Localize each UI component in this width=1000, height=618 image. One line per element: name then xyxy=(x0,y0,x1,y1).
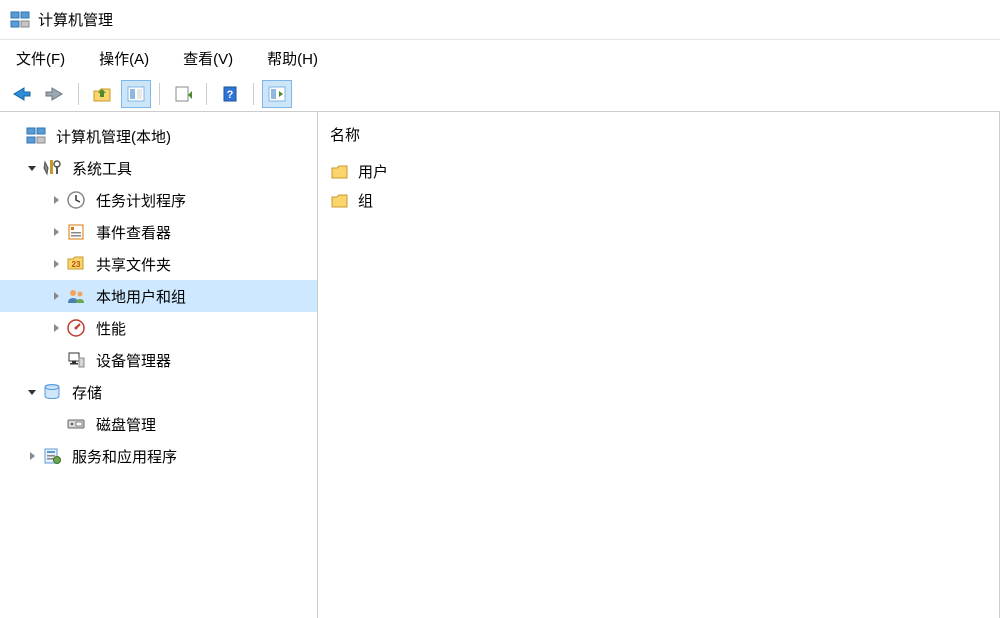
chevron-right-icon[interactable] xyxy=(48,288,64,304)
chevron-right-icon[interactable] xyxy=(24,448,40,464)
disk-icon xyxy=(66,414,86,434)
tree-system-tools-label: 系统工具 xyxy=(68,156,136,181)
tree-performance[interactable]: 性能 xyxy=(0,312,317,344)
expander-none xyxy=(8,128,24,144)
device-manager-icon xyxy=(66,350,86,370)
event-icon xyxy=(66,222,86,242)
tree-services-apps-label: 服务和应用程序 xyxy=(68,444,181,469)
menubar: 文件(F) 操作(A) 查看(V) 帮助(H) xyxy=(0,40,1000,76)
chevron-down-icon[interactable] xyxy=(24,384,40,400)
toolbar-separator xyxy=(206,83,207,105)
properties-button[interactable] xyxy=(121,80,151,108)
tree-task-scheduler-label: 任务计划程序 xyxy=(92,188,190,213)
folder-icon xyxy=(330,192,350,210)
services-icon xyxy=(42,446,62,466)
content-area: 计算机管理(本地) 系统工具 任务计划程序 xyxy=(0,112,1000,618)
tree-event-viewer-label: 事件查看器 xyxy=(92,220,175,245)
window-title: 计算机管理 xyxy=(38,9,113,30)
app-icon xyxy=(10,10,30,30)
tree-device-manager-label: 设备管理器 xyxy=(92,348,175,373)
tree-performance-label: 性能 xyxy=(92,316,130,341)
chevron-right-icon[interactable] xyxy=(48,224,64,240)
toolbar: ? xyxy=(0,76,1000,112)
chevron-right-icon[interactable] xyxy=(48,192,64,208)
menu-action[interactable]: 操作(A) xyxy=(91,44,157,73)
tree-root[interactable]: 计算机管理(本地) xyxy=(0,120,317,152)
svg-text:23: 23 xyxy=(72,260,81,269)
tree-panel[interactable]: 计算机管理(本地) 系统工具 任务计划程序 xyxy=(0,112,318,618)
users-groups-icon xyxy=(66,286,86,306)
chevron-right-icon[interactable] xyxy=(48,256,64,272)
chevron-right-icon[interactable] xyxy=(48,320,64,336)
tree-services-apps[interactable]: 服务和应用程序 xyxy=(0,440,317,472)
tools-icon xyxy=(42,158,62,178)
forward-button[interactable] xyxy=(40,80,70,108)
svg-text:?: ? xyxy=(227,89,234,101)
clock-icon xyxy=(66,190,86,210)
folder-icon xyxy=(330,163,350,181)
list-item-groups-label: 组 xyxy=(358,190,373,211)
list-panel[interactable]: 名称 用户 组 xyxy=(318,112,1000,618)
tree-storage[interactable]: 存储 xyxy=(0,376,317,408)
list-item-groups[interactable]: 组 xyxy=(318,186,999,215)
expander-none xyxy=(48,416,64,432)
toolbar-separator xyxy=(253,83,254,105)
storage-icon xyxy=(42,382,62,402)
menu-help[interactable]: 帮助(H) xyxy=(259,44,326,73)
tree-shared-folders-label: 共享文件夹 xyxy=(92,252,175,277)
back-button[interactable] xyxy=(6,80,36,108)
expander-none xyxy=(48,352,64,368)
list-item-users[interactable]: 用户 xyxy=(318,157,999,186)
show-hide-button[interactable] xyxy=(262,80,292,108)
tree-event-viewer[interactable]: 事件查看器 xyxy=(0,216,317,248)
menu-file[interactable]: 文件(F) xyxy=(8,44,73,73)
titlebar: 计算机管理 xyxy=(0,0,1000,40)
tree-local-users-groups[interactable]: 本地用户和组 xyxy=(0,280,317,312)
tree-root-label: 计算机管理(本地) xyxy=(52,124,175,149)
tree-task-scheduler[interactable]: 任务计划程序 xyxy=(0,184,317,216)
tree-system-tools[interactable]: 系统工具 xyxy=(0,152,317,184)
refresh-button[interactable] xyxy=(168,80,198,108)
help-button[interactable]: ? xyxy=(215,80,245,108)
tree-shared-folders[interactable]: 23 共享文件夹 xyxy=(0,248,317,280)
performance-icon xyxy=(66,318,86,338)
tree-local-users-groups-label: 本地用户和组 xyxy=(92,284,190,309)
menu-view[interactable]: 查看(V) xyxy=(175,44,241,73)
list-item-users-label: 用户 xyxy=(358,161,388,182)
shared-folder-icon: 23 xyxy=(66,254,86,274)
toolbar-separator xyxy=(159,83,160,105)
chevron-down-icon[interactable] xyxy=(24,160,40,176)
up-button[interactable] xyxy=(87,80,117,108)
toolbar-separator xyxy=(78,83,79,105)
computer-mgmt-icon xyxy=(26,126,46,146)
tree-disk-management-label: 磁盘管理 xyxy=(92,412,160,437)
tree-device-manager[interactable]: 设备管理器 xyxy=(0,344,317,376)
tree-disk-management[interactable]: 磁盘管理 xyxy=(0,408,317,440)
tree-storage-label: 存储 xyxy=(68,380,106,405)
column-header-name[interactable]: 名称 xyxy=(318,120,999,157)
